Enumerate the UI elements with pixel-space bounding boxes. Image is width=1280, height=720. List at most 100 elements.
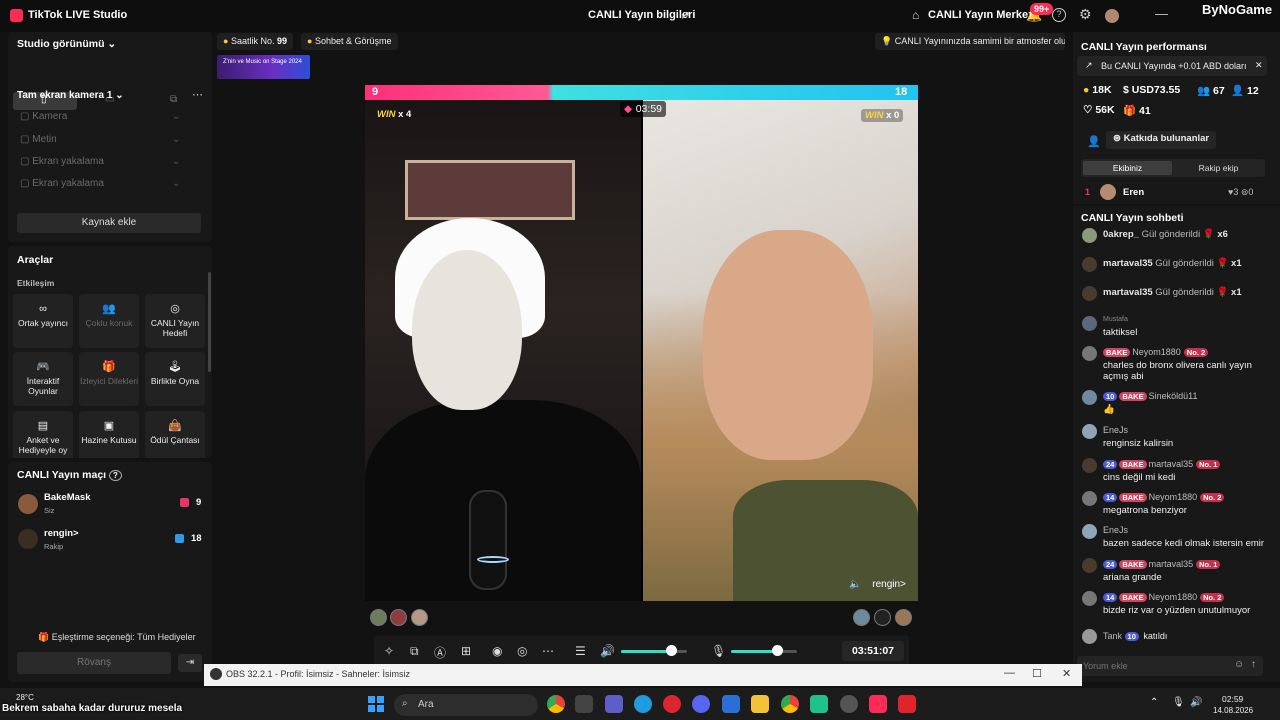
- gear-icon[interactable]: ⚙: [1079, 6, 1092, 23]
- camera-title[interactable]: Tam ekran kamera 1 ⌄: [17, 90, 124, 101]
- volume-tray-icon[interactable]: 🔊: [1190, 697, 1202, 708]
- folder-icon[interactable]: [751, 695, 769, 713]
- chat-username[interactable]: EneJs: [1103, 425, 1128, 435]
- contributors-button[interactable]: ⊛ Katkıda bulunanlar: [1106, 131, 1217, 149]
- mic-slider[interactable]: [731, 650, 778, 653]
- layout-icon[interactable]: ⧉: [410, 644, 419, 659]
- chrome-icon[interactable]: [547, 695, 565, 713]
- app-icon[interactable]: [810, 695, 828, 713]
- avatar[interactable]: [1082, 316, 1097, 331]
- chat-username[interactable]: 10 BAKE Sineköldü11: [1103, 391, 1197, 401]
- screen-icon[interactable]: ⊞: [461, 644, 471, 658]
- chat-username[interactable]: EneJs: [1103, 525, 1128, 535]
- avatar[interactable]: [853, 609, 870, 626]
- studio-view-dropdown[interactable]: Studio görünümü ⌄: [17, 38, 116, 50]
- edge-icon[interactable]: [634, 695, 652, 713]
- tab-your-team[interactable]: Ekibiniz: [1083, 161, 1172, 175]
- home-icon[interactable]: ⌂: [912, 8, 919, 22]
- avatar[interactable]: [895, 609, 912, 626]
- avatar[interactable]: [1082, 491, 1097, 506]
- tiktok-icon[interactable]: [869, 695, 887, 713]
- treasure-box-tool[interactable]: ▣ Hazine Kutusu: [79, 411, 139, 458]
- store-icon[interactable]: [575, 695, 593, 713]
- more-icon[interactable]: ⋯: [192, 88, 203, 101]
- more-icon[interactable]: ⋯: [542, 644, 554, 658]
- live-center-button[interactable]: CANLI Yayın Merkezi: [928, 9, 1037, 21]
- weather[interactable]: 28°C: [16, 693, 34, 702]
- avatar[interactable]: [1082, 524, 1097, 539]
- rematch-button[interactable]: Rövanş: [17, 652, 171, 674]
- hourly-rank-chip[interactable]: ● Saatlik No. 99: [217, 33, 294, 50]
- avatar[interactable]: [390, 609, 407, 626]
- source-row[interactable]: ▢ Metin ⌄: [20, 134, 180, 145]
- viewer-wishes-tool[interactable]: 🎁 İzleyici Dilekleri: [79, 352, 139, 406]
- avatar[interactable]: [370, 609, 387, 626]
- chat-username[interactable]: 24 BAKE martaval35 No. 1: [1103, 559, 1221, 569]
- emoji-icon[interactable]: ☺: [1234, 659, 1244, 670]
- avatar[interactable]: [411, 609, 428, 626]
- avatar[interactable]: [1082, 228, 1097, 243]
- mic-tray-icon[interactable]: 🎙: [1172, 697, 1185, 708]
- minimize-icon[interactable]: —: [1155, 6, 1168, 21]
- opera-icon[interactable]: [663, 695, 681, 713]
- chat-username[interactable]: Mustafa: [1103, 316, 1128, 323]
- mic-knob[interactable]: [772, 645, 784, 656]
- minimize-icon[interactable]: —: [1004, 667, 1015, 679]
- user-add-icon[interactable]: 👤: [1087, 135, 1101, 148]
- effects-icon[interactable]: ✧: [384, 644, 394, 658]
- volume-slider[interactable]: [621, 650, 671, 653]
- text-icon[interactable]: Ⓐ: [434, 644, 446, 661]
- event-banner[interactable]: Z'nin ve Music on Stage 2024: [217, 55, 310, 79]
- close-icon[interactable]: ✕: [1255, 60, 1263, 71]
- teams-icon[interactable]: [605, 695, 623, 713]
- camera-icon[interactable]: ◎: [517, 644, 527, 658]
- help-icon[interactable]: ?: [1052, 8, 1066, 22]
- mail-icon[interactable]: [722, 695, 740, 713]
- avatar[interactable]: [1082, 346, 1097, 361]
- tab-rival-team[interactable]: Rakip ekip: [1174, 161, 1263, 175]
- avatar[interactable]: [1105, 9, 1119, 23]
- comment-input[interactable]: [1083, 659, 1223, 673]
- speaker-icon[interactable]: 🔊: [600, 644, 615, 658]
- speaker-icon[interactable]: 🔈: [849, 579, 861, 590]
- avatar[interactable]: [1082, 458, 1097, 473]
- close-icon[interactable]: ✕: [1062, 667, 1071, 680]
- youtube-icon[interactable]: [898, 695, 916, 713]
- co-host-tool[interactable]: ∞ Ortak yayıncı: [13, 294, 73, 348]
- obs-window[interactable]: OBS 32.2.1 - Profil: İsimsiz - Sahneler:…: [204, 664, 1082, 686]
- play-together-tool[interactable]: 🕹 Birlikte Oyna: [145, 352, 205, 406]
- avatar[interactable]: [1082, 591, 1097, 606]
- taskbar-search[interactable]: ⌕ Ara: [394, 694, 538, 716]
- chat-username[interactable]: 14 BAKE Neyom1880 No. 2: [1103, 592, 1225, 602]
- avatar[interactable]: [1082, 629, 1097, 644]
- send-icon[interactable]: ↑: [1251, 659, 1256, 670]
- avatar[interactable]: [1082, 558, 1097, 573]
- chat-username[interactable]: 14 BAKE Neyom1880 No. 2: [1103, 492, 1225, 502]
- info-icon[interactable]: ?: [109, 470, 122, 481]
- obs-icon[interactable]: [840, 695, 858, 713]
- avatar[interactable]: [1082, 257, 1097, 272]
- avatar[interactable]: [1082, 286, 1097, 301]
- multi-guest-tool[interactable]: 👥 Çoklu konuk: [79, 294, 139, 348]
- chrome-icon[interactable]: [781, 695, 799, 713]
- source-row[interactable]: ▢ Ekran yakalama ⌄: [20, 156, 180, 167]
- maximize-icon[interactable]: ☐: [1032, 667, 1042, 680]
- microphone-icon[interactable]: 🎙: [711, 644, 726, 658]
- settings-sliders-icon[interactable]: ☰: [575, 644, 586, 658]
- source-row[interactable]: ▢ Kamera ⌄: [20, 111, 180, 122]
- avatar[interactable]: [1082, 390, 1097, 405]
- chat-username[interactable]: BAKE Neyom1880 No. 2: [1103, 347, 1209, 357]
- share-icon[interactable]: ↗: [680, 8, 694, 22]
- record-icon[interactable]: ◉: [492, 644, 502, 658]
- add-source-button[interactable]: Kaynak ekle: [17, 213, 201, 233]
- avatar[interactable]: [874, 609, 891, 626]
- poll-tool[interactable]: ▤ Anket ve Hediyeyle oy: [13, 411, 73, 458]
- avatar[interactable]: [1082, 424, 1097, 439]
- chat-call-chip[interactable]: ● Sohbet & Görüşme: [301, 33, 398, 50]
- tip-chip[interactable]: 💡 CANLI Yayınınızda samimi bir atmosfer …: [875, 33, 1065, 50]
- tray-chevron-icon[interactable]: ⌃: [1150, 697, 1158, 708]
- live-goal-tool[interactable]: ◎ CANLI Yayın Hedefi: [145, 294, 205, 348]
- discord-icon[interactable]: [692, 695, 710, 713]
- reward-bag-tool[interactable]: 👜 Ödül Çantası: [145, 411, 205, 458]
- pairing-option[interactable]: 🎁 Eşleştirme seçeneği: Tüm Hediyeler: [38, 632, 196, 643]
